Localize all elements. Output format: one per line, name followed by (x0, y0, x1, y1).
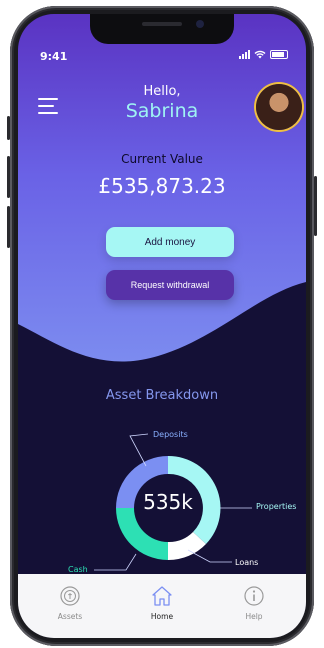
legend-properties: Properties (256, 502, 297, 511)
legend-cash: Cash (68, 565, 88, 574)
bottom-tab-bar: Assets Home Help (18, 574, 306, 638)
donut-segment-cash (116, 508, 168, 560)
tab-help[interactable]: Help (224, 584, 284, 621)
legend-deposits: Deposits (153, 430, 188, 439)
help-icon (244, 586, 264, 606)
app-screen: 9:41 Hello, Sabrina Current Value £535,8… (18, 14, 306, 638)
tab-home-label: Home (150, 612, 174, 621)
legend-loans: Loans (235, 558, 259, 567)
tab-help-label: Help (245, 612, 263, 621)
assets-icon (60, 586, 80, 606)
volume-up-button (7, 156, 10, 198)
cash-leader-line (94, 553, 137, 571)
tab-assets-label: Assets (57, 612, 83, 621)
tab-assets[interactable]: Assets (40, 584, 100, 621)
asset-donut-chart (94, 433, 252, 571)
deposits-leader-line (129, 433, 149, 467)
tab-home[interactable]: Home (132, 584, 192, 621)
home-icon (152, 586, 172, 606)
donut-center-value: 535k (143, 490, 193, 514)
power-button (314, 176, 317, 236)
mute-switch (7, 116, 10, 140)
volume-down-button (7, 206, 10, 248)
